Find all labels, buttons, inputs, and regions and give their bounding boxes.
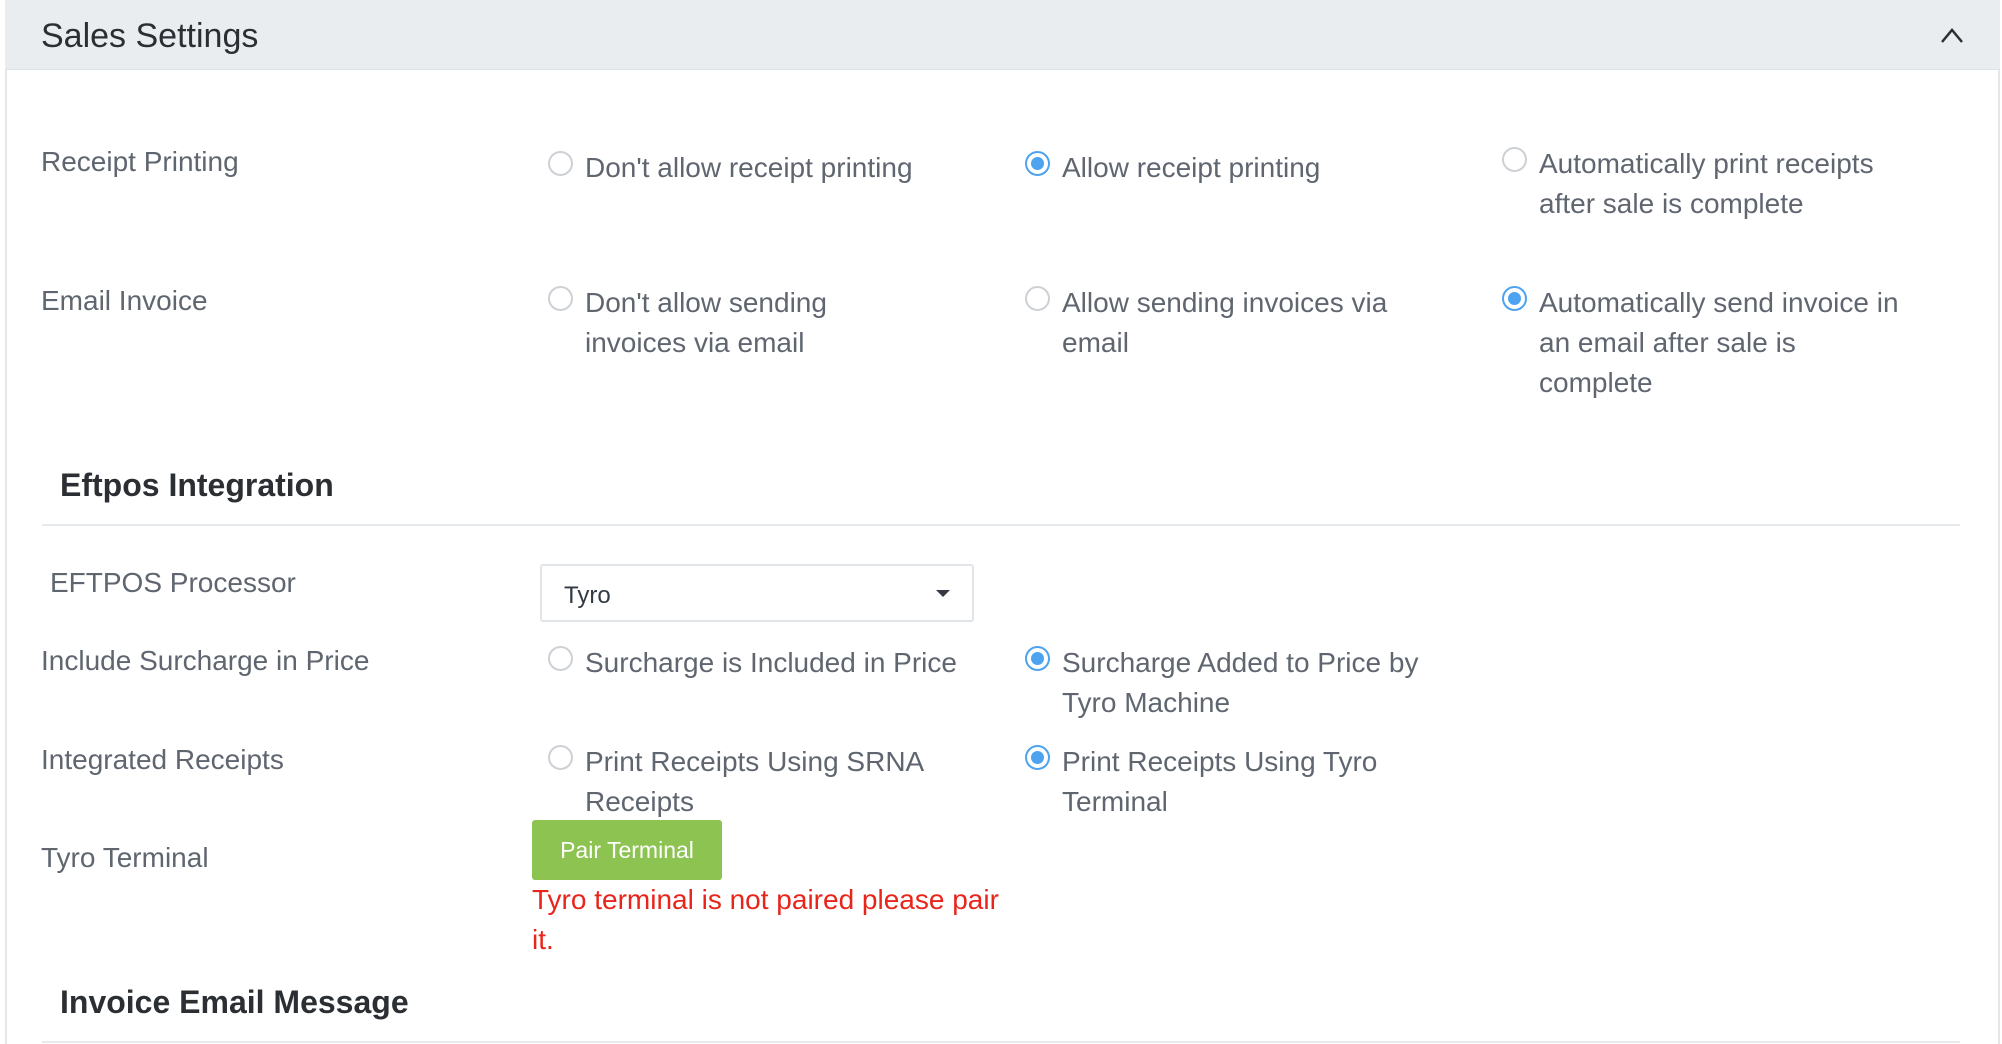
section-divider [42,524,1960,526]
section-divider [42,1041,1960,1043]
radio-circle[interactable] [1502,147,1527,172]
radio-auto-print-receipts[interactable]: Automatically print receipts after sale … [1502,144,1902,224]
radio-circle[interactable] [548,646,573,671]
caret-down-icon [936,590,950,597]
radio-allow-receipt-printing[interactable]: Allow receipt printing [1025,148,1445,188]
pair-terminal-button[interactable]: Pair Terminal [532,820,722,880]
radio-dont-allow-email-invoices[interactable]: Don't allow sending invoices via email [548,283,878,363]
invoice-email-section-title: Invoice Email Message [60,984,409,1020]
radio-circle[interactable] [1025,286,1050,311]
radio-print-tyro-terminal[interactable]: Print Receipts Using Tyro Terminal [1025,742,1425,822]
radio-circle[interactable] [1502,286,1527,311]
option-label: Automatically send invoice in an email a… [1539,287,1899,398]
email-invoice-label: Email Invoice [41,285,208,316]
option-label: Don't allow sending invoices via email [585,287,827,358]
option-label: Don't allow receipt printing [585,152,913,183]
radio-surcharge-included[interactable]: Surcharge is Included in Price [548,643,968,683]
option-label: Automatically print receipts after sale … [1539,148,1874,219]
radio-surcharge-added-by-tyro[interactable]: Surcharge Added to Price by Tyro Machine [1025,643,1425,723]
eftpos-section-title: Eftpos Integration [60,467,334,503]
radio-allow-email-invoices[interactable]: Allow sending invoices via email [1025,283,1425,363]
radio-circle[interactable] [548,286,573,311]
radio-circle[interactable] [548,151,573,176]
radio-print-srna-receipts[interactable]: Print Receipts Using SRNA Receipts [548,742,968,822]
eftpos-processor-label: EFTPOS Processor [50,567,296,598]
terminal-error-message: Tyro terminal is not paired please pair … [532,884,999,955]
receipt-printing-label: Receipt Printing [41,146,239,177]
option-label: Print Receipts Using SRNA Receipts [585,746,923,817]
radio-circle[interactable] [1025,646,1050,671]
tyro-terminal-label: Tyro Terminal [41,842,209,873]
chevron-up-icon[interactable] [1940,26,1964,44]
surcharge-label: Include Surcharge in Price [41,645,370,676]
radio-circle[interactable] [1025,745,1050,770]
radio-circle[interactable] [1025,151,1050,176]
radio-auto-send-invoice[interactable]: Automatically send invoice in an email a… [1502,283,1902,403]
eftpos-processor-select[interactable]: Tyro [540,564,974,622]
panel-title: Sales Settings [41,17,259,55]
panel-header[interactable]: Sales Settings [5,0,2000,70]
radio-dont-allow-receipt-printing[interactable]: Don't allow receipt printing [548,148,968,188]
option-label: Surcharge is Included in Price [585,647,957,678]
radio-circle[interactable] [548,745,573,770]
integrated-receipts-label: Integrated Receipts [41,744,284,775]
option-label: Allow sending invoices via email [1062,287,1388,358]
option-label: Print Receipts Using Tyro Terminal [1062,746,1378,817]
option-label: Allow receipt printing [1062,152,1321,183]
select-value: Tyro [564,582,611,609]
option-label: Surcharge Added to Price by Tyro Machine [1062,647,1419,718]
